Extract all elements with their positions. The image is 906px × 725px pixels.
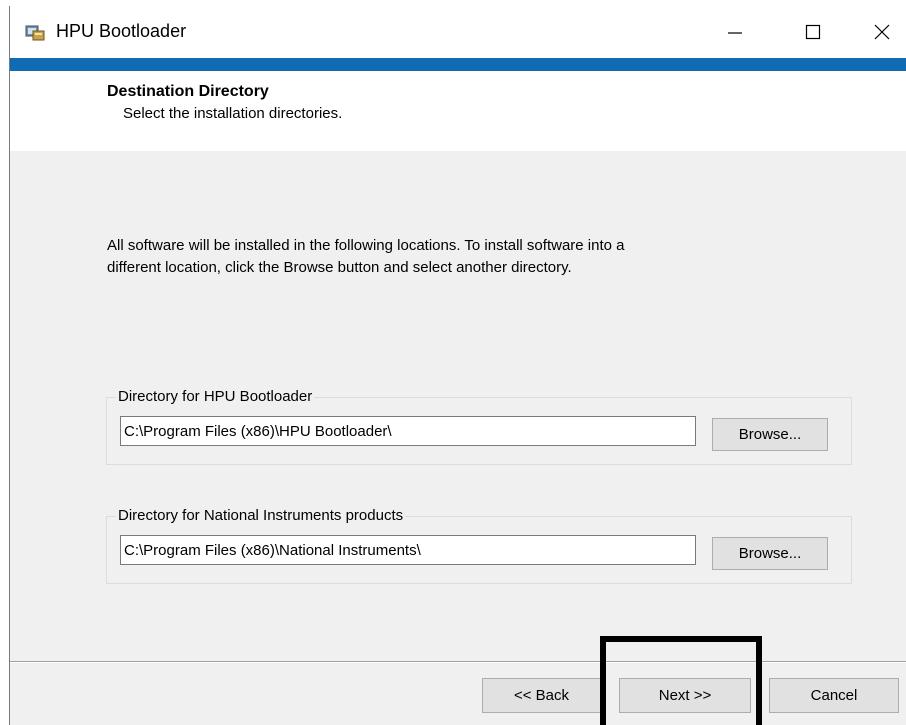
group-label: Directory for HPU Bootloader <box>116 388 315 405</box>
next-button[interactable]: Next >> <box>619 678 751 713</box>
directory-path-input[interactable] <box>120 416 696 446</box>
description-line: different location, click the Browse but… <box>107 259 572 276</box>
installer-window: HPU Bootloader Destination Directory Sel… <box>9 6 906 725</box>
accent-band <box>10 58 906 71</box>
description-line: All software will be installed in the fo… <box>107 237 625 254</box>
maximize-icon <box>805 24 821 40</box>
window-title: HPU Bootloader <box>56 21 187 41</box>
minimize-icon <box>727 24 743 40</box>
directory-path-input[interactable] <box>120 535 696 565</box>
browse-button[interactable]: Browse... <box>712 537 828 570</box>
installer-app-icon <box>25 23 45 41</box>
description-text: All software will be installed in the fo… <box>107 235 747 279</box>
back-button[interactable]: << Back <box>482 678 601 713</box>
minimize-button[interactable] <box>706 6 764 58</box>
browse-button[interactable]: Browse... <box>712 418 828 451</box>
title-bar[interactable]: HPU Bootloader <box>10 6 906 58</box>
wizard-header: Destination Directory Select the install… <box>10 71 906 151</box>
page-title: Destination Directory <box>107 83 269 100</box>
maximize-button[interactable] <box>784 6 842 58</box>
group-label: Directory for National Instruments produ… <box>116 507 406 524</box>
cancel-button[interactable]: Cancel <box>769 678 899 713</box>
page-subtitle: Select the installation directories. <box>123 105 343 122</box>
directory-group-national-instruments: Directory for National Instruments produ… <box>106 507 852 584</box>
wizard-footer: << Back Next >> Cancel <box>10 663 906 725</box>
close-icon <box>874 24 890 40</box>
wizard-content: All software will be installed in the fo… <box>10 151 906 663</box>
directory-group-hpu-bootloader: Directory for HPU Bootloader Browse... <box>106 388 852 465</box>
close-button[interactable] <box>853 6 906 58</box>
